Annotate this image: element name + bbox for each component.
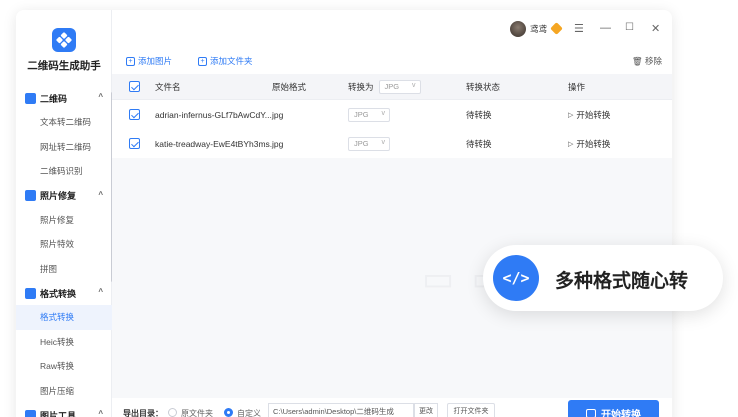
app-logo-icon (52, 28, 76, 52)
sidebar-item-raw-convert[interactable]: Raw转换 (16, 354, 112, 379)
start-convert-button[interactable]: ▷ 开始转换 (568, 100, 610, 129)
export-path-input[interactable]: C:\Users\admin\Desktop\二维码生成 (268, 403, 414, 417)
app-window: 二维码生成助手 二维码 ^ 文本转二维码 网址转二维码 二维码识别 照片修复 ^… (16, 10, 672, 417)
nav-group-qrcode[interactable]: 二维码 ^ (16, 86, 112, 110)
select-all-checkbox[interactable] (129, 81, 140, 92)
vip-diamond-icon[interactable] (550, 22, 563, 35)
chevron-up-icon: ^ (98, 92, 103, 101)
maximize-icon[interactable]: ☐ (625, 22, 634, 33)
add-folder-icon: + (198, 56, 207, 66)
play-icon: ▷ (568, 140, 574, 148)
table-row: adrian-infernus-GLf7bAwCdY... jpg JPG v … (112, 100, 672, 129)
select-value: JPG (384, 82, 400, 91)
radio-original-folder[interactable] (168, 408, 177, 417)
target-format-select[interactable]: JPG v (348, 107, 390, 122)
remove-label: 移除 (644, 56, 662, 66)
header-convert-to-label: 转换为 (348, 81, 374, 92)
export-footer: 导出目录： 原文件夹 自定义 C:\Users\admin\Desktop\二维… (112, 398, 672, 417)
convert-icon (25, 287, 36, 299)
sidebar-item-photo-repair[interactable]: 照片修复 (16, 208, 112, 233)
app-title: 二维码生成助手 (27, 60, 101, 72)
chevron-up-icon: ^ (98, 189, 103, 199)
start-all-convert-button[interactable]: 开始转换 (568, 400, 659, 417)
sidebar-item-format-convert[interactable]: 格式转换 (16, 305, 112, 330)
sidebar: 二维码生成助手 二维码 ^ 文本转二维码 网址转二维码 二维码识别 照片修复 ^… (16, 10, 112, 417)
start-convert-label: 开始转换 (576, 109, 611, 120)
start-all-label: 开始转换 (601, 409, 641, 417)
convert-status: 待转换 (466, 138, 492, 149)
header-format: 原始格式 (272, 81, 307, 92)
nav-group-label: 二维码 (40, 93, 68, 104)
open-folder-button[interactable]: 打开文件夹 (447, 403, 495, 417)
close-icon[interactable]: ✕ (651, 22, 660, 35)
target-format-select[interactable]: JPG v (348, 136, 390, 151)
convert-all-format-select[interactable]: JPG v (378, 79, 421, 94)
nav-group-label: 图片工具 (40, 410, 77, 417)
row-checkbox[interactable] (129, 138, 140, 149)
nav-group-label: 照片修复 (40, 191, 77, 201)
chevron-down-icon: v (381, 109, 386, 117)
promo-bubble: </> 多种格式随心转 (483, 245, 723, 311)
header-status: 转换状态 (466, 81, 501, 92)
chevron-down-icon: v (412, 81, 416, 89)
file-name: adrian-infernus-GLf7bAwCdY... (155, 109, 272, 120)
sidebar-item-collage[interactable]: 拼图 (16, 257, 112, 282)
promo-text: 多种格式随心转 (555, 271, 689, 292)
radio-original-folder-label[interactable]: 原文件夹 (181, 408, 213, 417)
radio-custom-folder-label[interactable]: 自定义 (237, 408, 261, 417)
table-row: katie-treadway-EwE4tBYh3ms... jpg JPG v … (112, 129, 672, 158)
sidebar-item-image-compress[interactable]: 图片压缩 (16, 379, 112, 404)
select-value: JPG (354, 110, 369, 119)
nav-group-photo-repair[interactable]: 照片修复 ^ (16, 184, 112, 208)
radio-custom-folder[interactable] (224, 408, 233, 417)
chevron-up-icon: ^ (98, 287, 103, 296)
change-path-button[interactable]: 更改 (414, 403, 438, 417)
username[interactable]: 鸢鸢 (530, 23, 547, 35)
menu-icon[interactable]: ☰ (574, 22, 584, 35)
nav-group-format-convert[interactable]: 格式转换 ^ (16, 281, 112, 305)
file-format: jpg (272, 138, 284, 149)
header-filename: 文件名 (155, 81, 181, 92)
row-checkbox[interactable] (129, 109, 140, 120)
convert-status: 待转换 (466, 109, 492, 120)
chevron-down-icon: v (381, 138, 386, 146)
add-folder-button[interactable]: + 添加文件夹 (198, 55, 253, 67)
qrcode-icon (25, 92, 36, 104)
file-format: jpg (272, 109, 284, 120)
trash-icon: 🗑 (631, 56, 643, 66)
table-header: 文件名 原始格式 转换为 JPG v 转换状态 操作 (112, 74, 672, 100)
remove-button[interactable]: 🗑 移除 (632, 55, 662, 67)
code-icon: </> (493, 255, 539, 301)
minimize-icon[interactable]: — (600, 22, 611, 34)
play-icon: ▷ (568, 111, 574, 119)
sidebar-item-heic-convert[interactable]: Heic转换 (16, 330, 112, 355)
start-convert-button[interactable]: ▷ 开始转换 (568, 129, 610, 158)
add-image-icon: + (126, 56, 135, 66)
chevron-up-icon: ^ (98, 409, 103, 417)
photo-icon (25, 190, 36, 201)
file-name: katie-treadway-EwE4tBYh3ms... (155, 138, 273, 149)
avatar[interactable] (510, 21, 526, 37)
header-action: 操作 (568, 81, 586, 92)
add-image-button[interactable]: + 添加图片 (126, 55, 172, 67)
logo-area: 二维码生成助手 (16, 20, 112, 73)
header-convert-to: 转换为 JPG v (348, 74, 421, 99)
convert-icon (586, 408, 596, 417)
title-bar: 鸢鸢 ☰ — ☐ ✕ (112, 10, 672, 50)
sidebar-item-photo-effects[interactable]: 照片特效 (16, 232, 112, 257)
select-value: JPG (354, 139, 369, 148)
nav-group-image-tools[interactable]: 图片工具 ^ (16, 403, 112, 417)
sidebar-item-url-to-qrcode[interactable]: 网址转二维码 (16, 135, 112, 160)
nav-group-label: 格式转换 (40, 288, 77, 299)
add-image-label: 添加图片 (138, 56, 173, 66)
sidebar-item-qrcode-scan[interactable]: 二维码识别 (16, 159, 112, 184)
tools-icon (25, 409, 36, 417)
add-folder-label: 添加文件夹 (210, 56, 253, 66)
toolbar: + 添加图片 + 添加文件夹 🗑 移除 (112, 50, 672, 72)
export-dir-label: 导出目录： (123, 409, 163, 417)
start-convert-label: 开始转换 (576, 138, 611, 149)
sidebar-item-text-to-qrcode[interactable]: 文本转二维码 (16, 110, 112, 135)
sidebar-nav: 二维码 ^ 文本转二维码 网址转二维码 二维码识别 照片修复 ^ 照片修复 照片… (16, 86, 112, 417)
